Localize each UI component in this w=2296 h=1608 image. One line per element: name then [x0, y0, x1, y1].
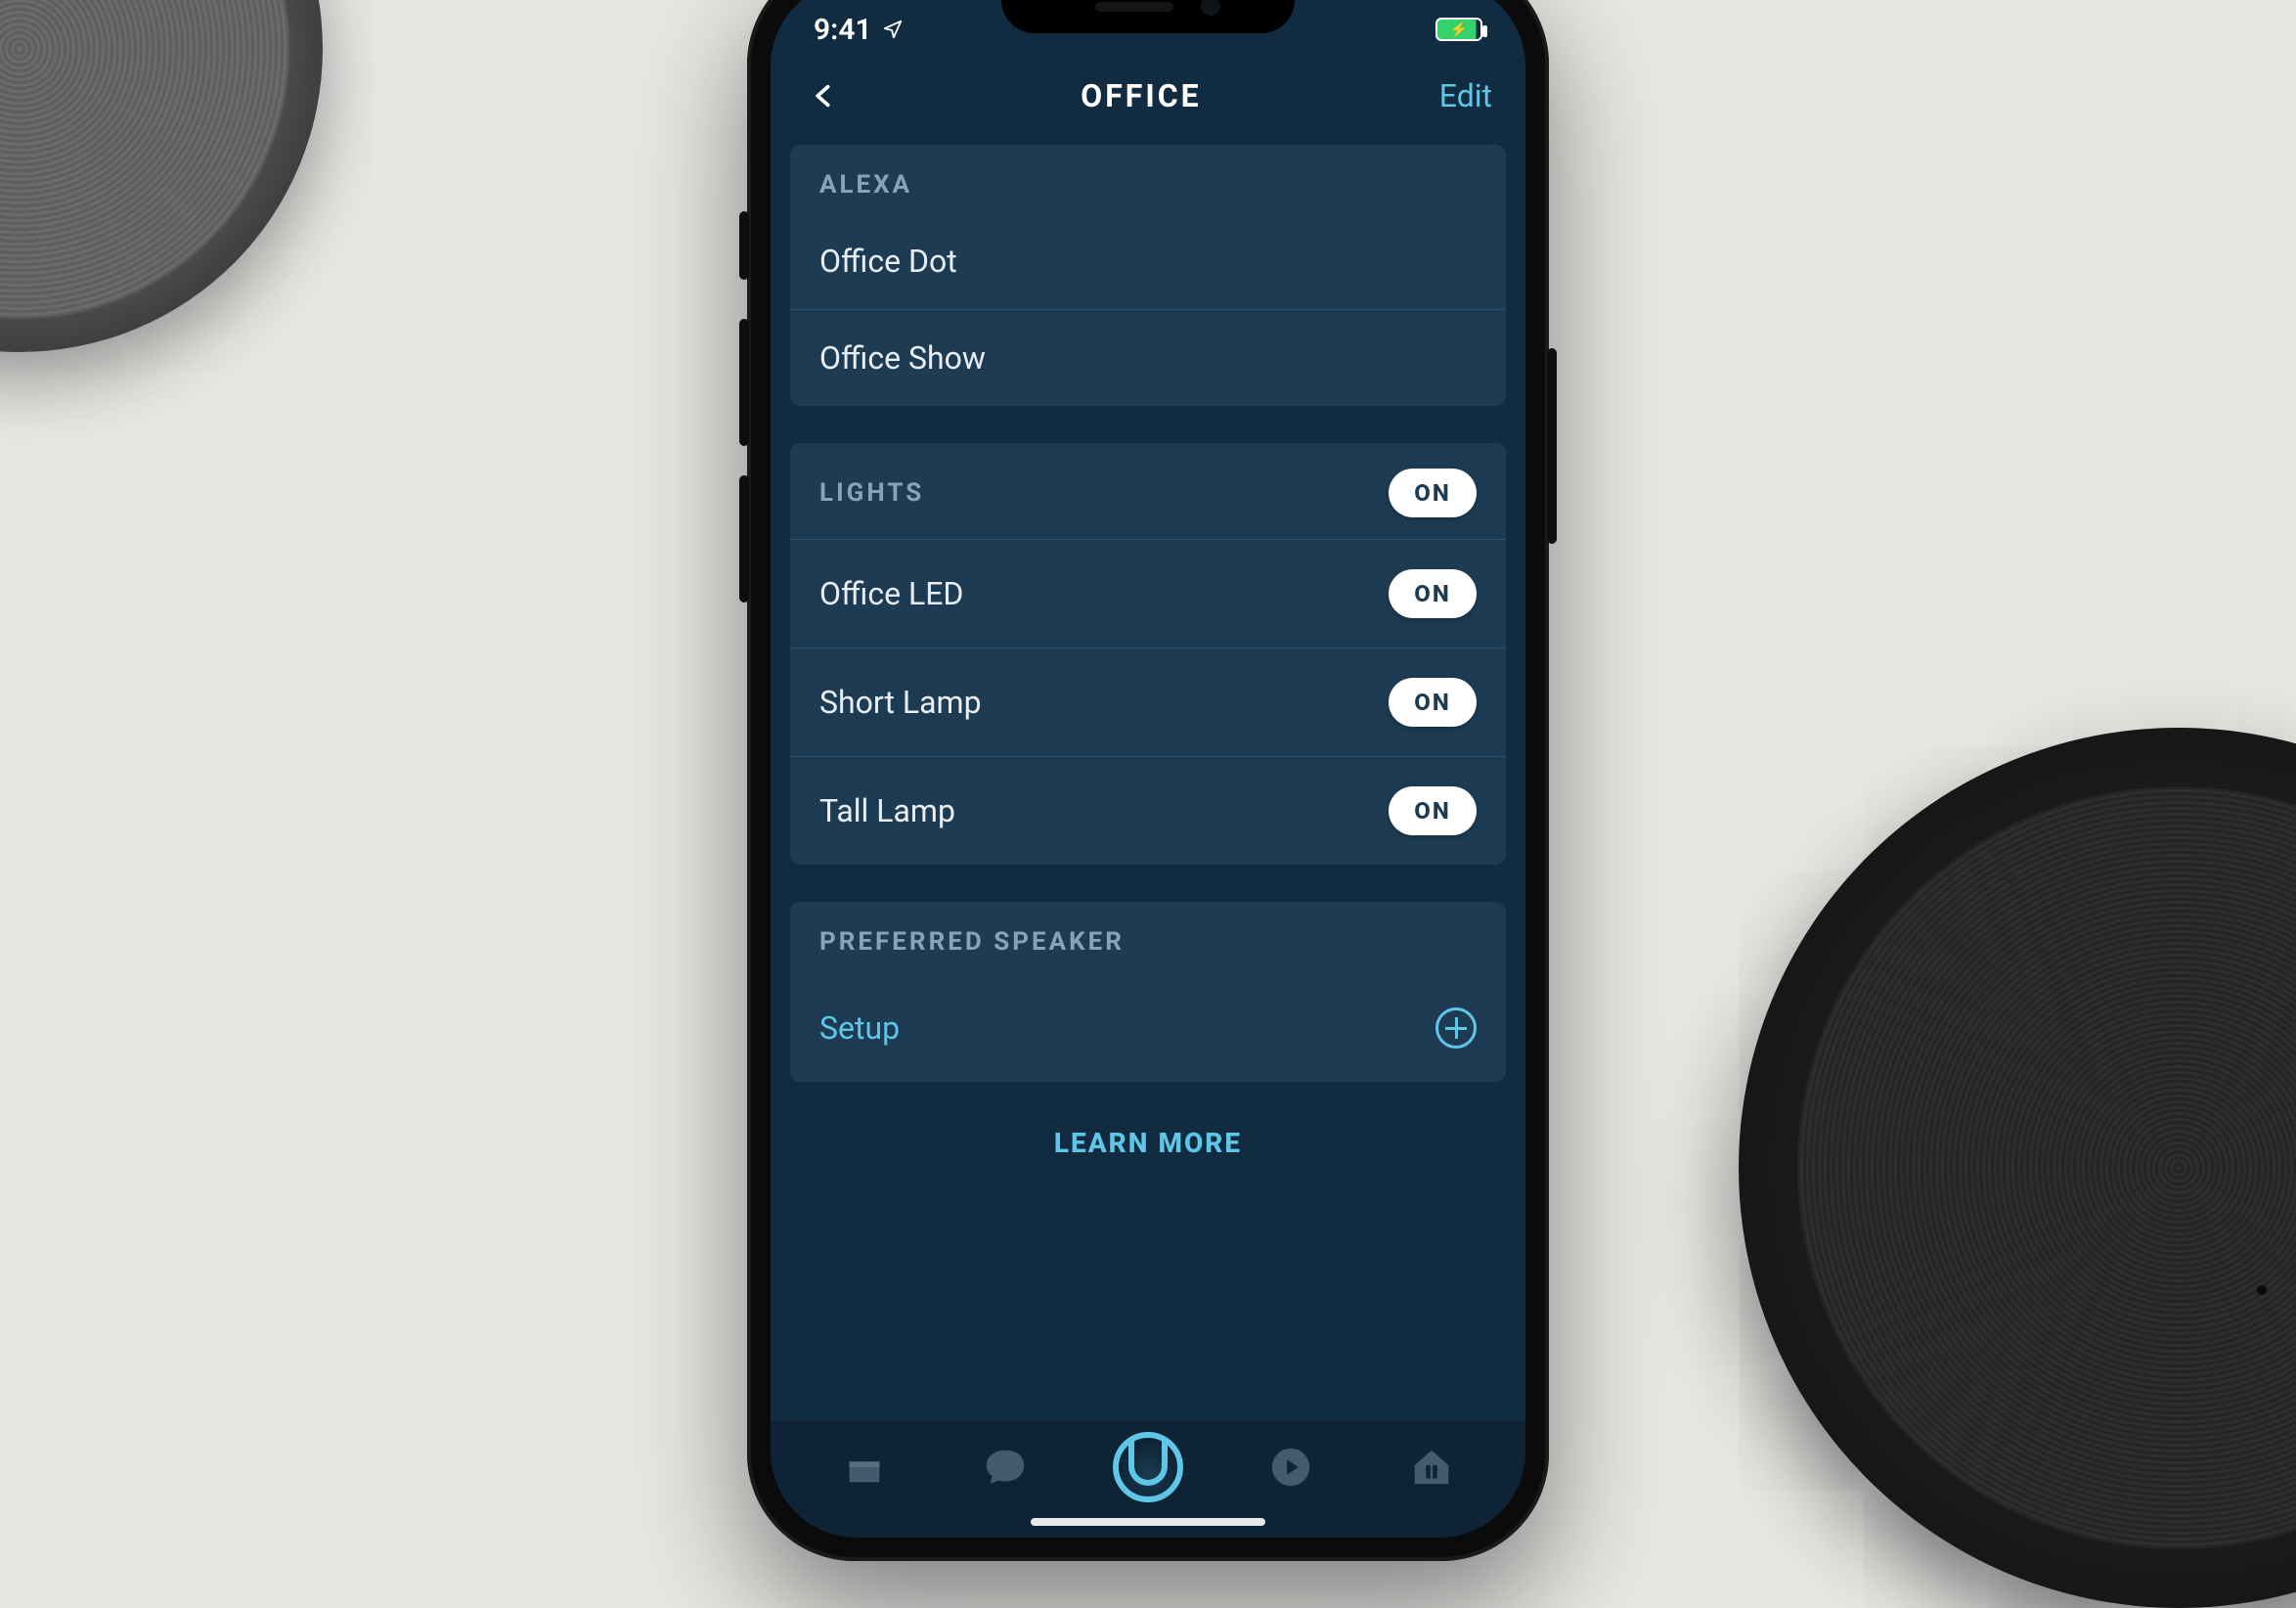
tab-bar	[771, 1420, 1525, 1538]
chevron-left-icon	[810, 76, 837, 115]
devices-icon	[1409, 1445, 1454, 1490]
light-toggle[interactable]: ON	[1389, 786, 1477, 835]
light-toggle[interactable]: ON	[1389, 569, 1477, 618]
learn-more-link[interactable]: LEARN MORE	[790, 1119, 1506, 1188]
back-button[interactable]	[804, 76, 843, 115]
echo-device-left	[0, 0, 323, 352]
tab-home[interactable]	[831, 1434, 898, 1500]
light-tall-lamp[interactable]: Tall Lamp ON	[790, 756, 1506, 865]
tab-communicate[interactable]	[972, 1434, 1038, 1500]
lights-heading: LIGHTS	[819, 478, 924, 508]
device-label: Office Dot	[819, 243, 957, 280]
echo-mic-hole	[2257, 1285, 2267, 1295]
phone-notch	[1001, 0, 1295, 33]
tab-devices[interactable]	[1398, 1434, 1465, 1500]
home-indicator[interactable]	[1031, 1518, 1265, 1526]
phone-power-button	[1547, 348, 1557, 544]
alexa-heading: ALEXA	[819, 170, 912, 200]
home-icon	[842, 1445, 887, 1490]
page-title: OFFICE	[1081, 77, 1201, 114]
light-label: Office LED	[819, 575, 963, 612]
phone-silent-switch	[739, 211, 749, 280]
status-time: 9:41	[814, 13, 872, 47]
speaker-heading: PREFERRED SPEAKER	[819, 927, 1125, 957]
lights-all-toggle[interactable]: ON	[1389, 469, 1477, 517]
phone-screen: 9:41 ⚡ OFFICE Edit ALEXA	[771, 0, 1525, 1538]
phone-volume-up	[739, 319, 749, 446]
setup-label: Setup	[819, 1009, 900, 1047]
echo-device-right	[1739, 728, 2296, 1608]
battery-icon: ⚡	[1435, 18, 1482, 41]
content-scroll[interactable]: ALEXA Office Dot Office Show LIGHTS ON O…	[771, 145, 1525, 1208]
light-label: Tall Lamp	[819, 792, 955, 829]
alexa-device-office-dot[interactable]: Office Dot	[790, 221, 1506, 309]
phone-frame: 9:41 ⚡ OFFICE Edit ALEXA	[747, 0, 1549, 1561]
chat-icon	[983, 1445, 1028, 1490]
light-short-lamp[interactable]: Short Lamp ON	[790, 648, 1506, 756]
light-office-led[interactable]: Office LED ON	[790, 539, 1506, 648]
speaker-section: PREFERRED SPEAKER Setup	[790, 902, 1506, 1082]
tab-play[interactable]	[1258, 1434, 1324, 1500]
location-icon	[882, 19, 904, 40]
edit-button[interactable]: Edit	[1439, 77, 1492, 114]
play-icon	[1268, 1445, 1313, 1490]
light-toggle[interactable]: ON	[1389, 678, 1477, 727]
phone-volume-down	[739, 475, 749, 603]
light-label: Short Lamp	[819, 684, 982, 721]
lights-section: LIGHTS ON Office LED ON Short Lamp ON Ta…	[790, 443, 1506, 865]
alexa-device-office-show[interactable]: Office Show	[790, 309, 1506, 406]
speaker-setup-button[interactable]: Setup	[790, 978, 1506, 1082]
nav-bar: OFFICE Edit	[771, 59, 1525, 145]
device-label: Office Show	[819, 339, 986, 377]
plus-circle-icon	[1435, 1007, 1477, 1049]
tab-alexa[interactable]	[1113, 1432, 1183, 1502]
alexa-section: ALEXA Office Dot Office Show	[790, 145, 1506, 406]
